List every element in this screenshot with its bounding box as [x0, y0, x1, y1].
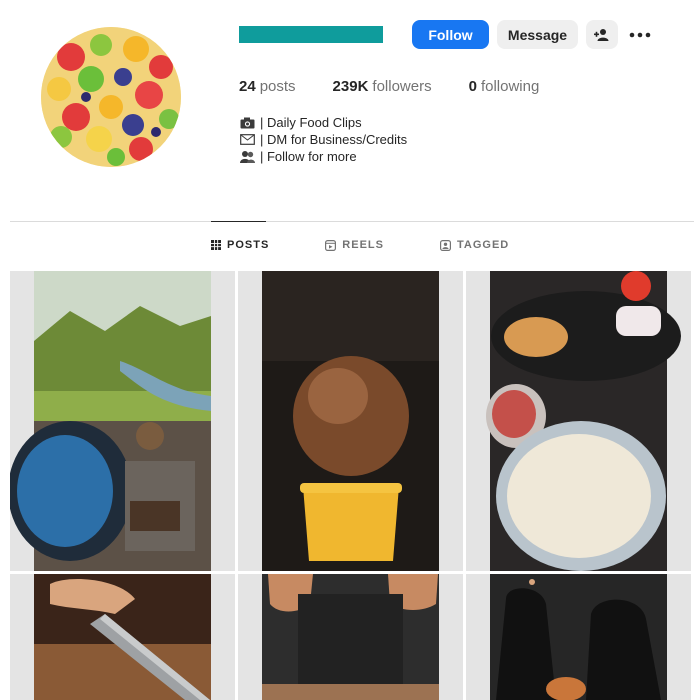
- tab-posts[interactable]: POSTS: [211, 239, 269, 251]
- follow-button[interactable]: Follow: [412, 20, 489, 49]
- following-count[interactable]: 0 following: [469, 78, 540, 95]
- bio-line: | Follow for more: [239, 148, 407, 165]
- post-thumbnail-coconut: [238, 271, 463, 571]
- grid-icon: [211, 240, 221, 250]
- post-thumbnail-flatbread: [466, 271, 691, 571]
- reels-icon: [325, 239, 337, 251]
- bio-text: | DM for Business/Credits: [260, 132, 408, 147]
- active-tab-indicator: [211, 221, 266, 222]
- message-button[interactable]: Message: [497, 20, 578, 49]
- post-tile[interactable]: [10, 271, 235, 571]
- post-thumbnail-gloves: [466, 574, 691, 700]
- tab-tagged[interactable]: TAGGED: [439, 239, 509, 251]
- tab-reels[interactable]: REELS: [325, 239, 384, 251]
- post-thumbnail-campfire: [10, 271, 235, 571]
- people-icon: [239, 150, 255, 163]
- profile-bio: | Daily Food Clips | DM for Business/Cre…: [239, 114, 407, 165]
- post-tile[interactable]: [238, 271, 463, 571]
- bio-text: | Daily Food Clips: [260, 115, 362, 130]
- fruit-salad-avatar: [41, 27, 181, 167]
- more-options-button[interactable]: [624, 20, 656, 49]
- tagged-icon: [439, 239, 451, 251]
- username-redacted: [239, 26, 383, 43]
- bio-text: | Follow for more: [260, 149, 357, 164]
- post-thumbnail-chef: [238, 574, 463, 700]
- camera-icon: [239, 116, 255, 129]
- post-tile[interactable]: [466, 574, 691, 700]
- post-tile[interactable]: [238, 574, 463, 700]
- envelope-icon: [239, 133, 255, 146]
- post-tile[interactable]: [466, 271, 691, 571]
- profile-avatar[interactable]: [41, 27, 181, 167]
- add-person-icon: [594, 28, 609, 41]
- profile-tabs: POSTS REELS TAGGED: [211, 239, 565, 251]
- profile-divider: [10, 221, 694, 222]
- posts-count: 24 posts: [239, 78, 296, 95]
- post-tile[interactable]: [10, 574, 235, 700]
- followers-count[interactable]: 239K followers: [333, 78, 432, 95]
- profile-stats: 24 posts 239K followers 0 following: [239, 78, 576, 95]
- bio-line: | DM for Business/Credits: [239, 131, 407, 148]
- suggest-user-button[interactable]: [586, 20, 618, 49]
- bio-line: | Daily Food Clips: [239, 114, 407, 131]
- post-thumbnail-knife: [10, 574, 235, 700]
- more-icon: [629, 32, 651, 37]
